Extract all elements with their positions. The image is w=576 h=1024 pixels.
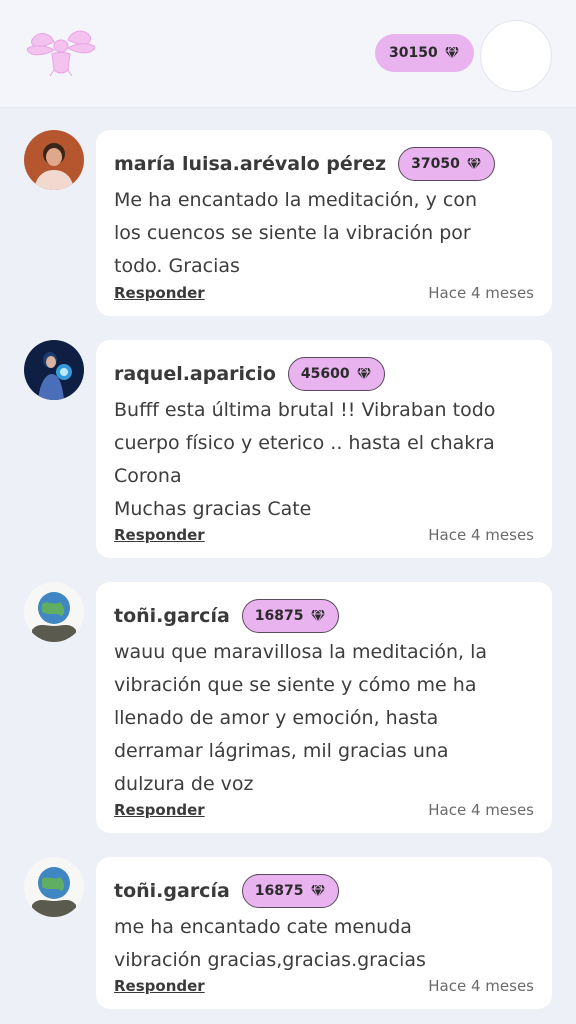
- author-gems-value: 45600: [300, 366, 350, 382]
- author-gems-badge: 16875: [241, 874, 339, 908]
- author-gems-badge: 37050: [398, 147, 495, 181]
- comment-author[interactable]: toñi.garcía: [114, 605, 230, 627]
- comment-author[interactable]: toñi.garcía: [114, 880, 230, 902]
- reply-link[interactable]: Responder: [114, 284, 205, 302]
- diamond-icon: [310, 609, 325, 623]
- comment-card: maría luisa.arévalo pérez 37050 Me ha en…: [96, 130, 552, 316]
- comment-card: toñi.garcía 16875 me ha encantado cate m…: [96, 857, 552, 1009]
- comment-text: wauu que maravillosa la meditación, la v…: [114, 641, 488, 795]
- author-gems-badge: 45600: [287, 357, 385, 391]
- profile-avatar[interactable]: [480, 20, 552, 92]
- diamond-icon: [310, 884, 325, 898]
- author-gems-value: 16875: [254, 883, 304, 899]
- comment-text: Me ha encantado la meditación, y con los…: [114, 189, 477, 277]
- avatar[interactable]: [24, 130, 84, 190]
- comment-text: Bufff esta última brutal !! Vibraban tod…: [114, 399, 496, 520]
- avatar[interactable]: [24, 582, 84, 642]
- app-header: 30150: [0, 0, 576, 108]
- author-gems-value: 16875: [254, 608, 304, 624]
- gem-balance-badge[interactable]: 30150: [375, 34, 474, 72]
- comment-timestamp: Hace 4 meses: [428, 801, 534, 819]
- reply-link[interactable]: Responder: [114, 801, 205, 819]
- author-gems-badge: 16875: [241, 599, 339, 633]
- gem-balance-value: 30150: [389, 45, 438, 61]
- comment-author[interactable]: raquel.aparicio: [114, 363, 276, 385]
- diamond-icon: [356, 367, 371, 381]
- reply-link[interactable]: Responder: [114, 526, 205, 544]
- angel-wings-logo-icon[interactable]: [24, 26, 98, 78]
- comment-timestamp: Hace 4 meses: [428, 526, 534, 544]
- diamond-icon: [466, 157, 481, 171]
- author-gems-value: 37050: [411, 156, 460, 172]
- comment-timestamp: Hace 4 meses: [428, 977, 534, 995]
- diamond-icon: [444, 46, 459, 60]
- comment-author[interactable]: maría luisa.arévalo pérez: [114, 153, 386, 175]
- reply-link[interactable]: Responder: [114, 977, 205, 995]
- avatar[interactable]: [24, 340, 84, 400]
- comment-timestamp: Hace 4 meses: [428, 284, 534, 302]
- avatar[interactable]: [24, 857, 84, 917]
- comment-text: me ha encantado cate menuda vibración gr…: [114, 916, 426, 971]
- comment-card: toñi.garcía 16875 wauu que maravillosa l…: [96, 582, 552, 833]
- comment-card: raquel.aparicio 45600 Bufff esta última …: [96, 340, 552, 558]
